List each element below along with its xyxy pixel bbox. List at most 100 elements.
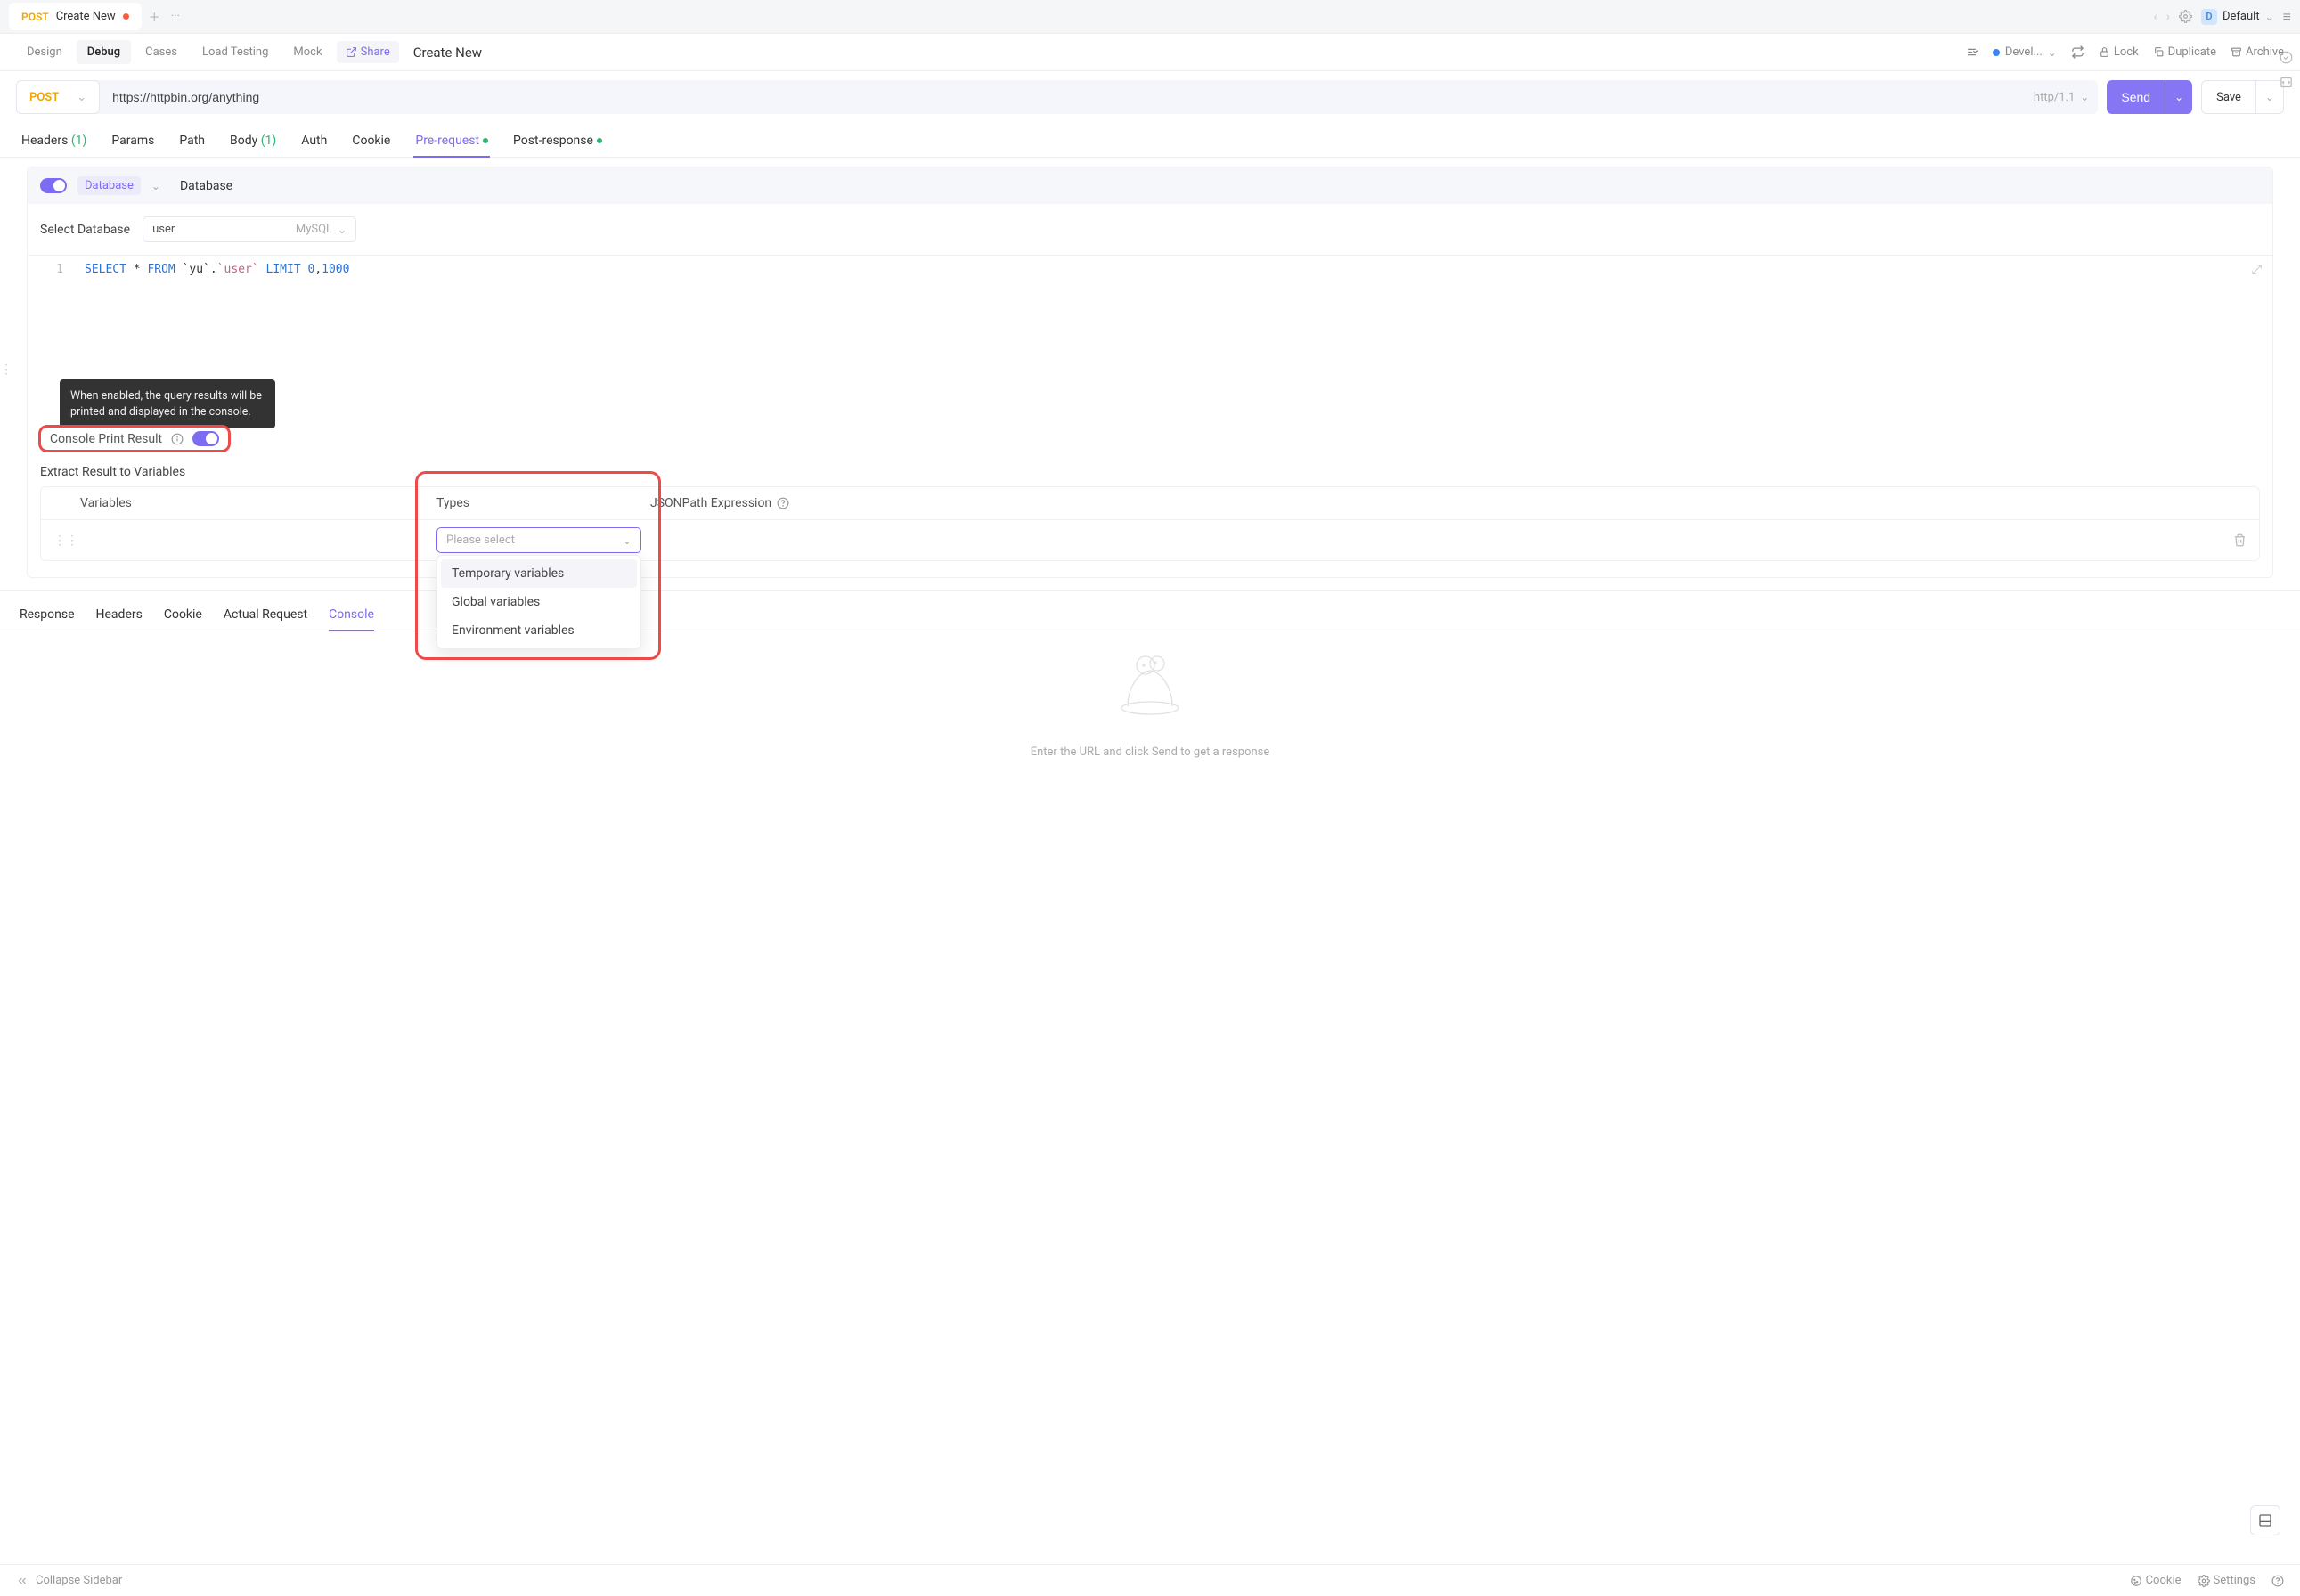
chevron-down-icon[interactable]: ⌄ [151, 180, 160, 192]
nav-fwd-icon[interactable]: › [2166, 10, 2170, 24]
tab-body[interactable]: Body (1) [228, 125, 278, 157]
share-button[interactable]: Share [337, 41, 399, 63]
tab-pre-request[interactable]: Pre-request [413, 125, 490, 157]
method-selector[interactable]: POST ⌄ [16, 80, 100, 114]
statusbar: Collapse Sidebar Cookie Settings [0, 1564, 2300, 1596]
tab-post-response[interactable]: Post-response [511, 125, 604, 157]
configure-icon[interactable] [1965, 45, 1978, 59]
option-temp-variables[interactable]: Temporary variables [441, 559, 637, 588]
run-env-label: Devel... [2005, 45, 2043, 59]
tab-bottom-cookie[interactable]: Cookie [164, 602, 202, 631]
check-circle-icon[interactable] [2277, 48, 2295, 66]
empty-state: Enter the URL and click Send to get a re… [0, 631, 2300, 770]
gear-icon[interactable] [2179, 10, 2192, 23]
bottom-panel: Response Headers Cookie Actual Request C… [0, 590, 2300, 770]
console-print-result-box: Console Print Result [38, 425, 231, 452]
type-placeholder: Please select [446, 533, 515, 547]
help-icon[interactable] [777, 497, 789, 509]
type-select[interactable]: Please select ⌄ [436, 527, 641, 553]
panel-title: Database [180, 179, 232, 193]
drag-handle-icon[interactable]: ⋮⋮ [53, 533, 80, 548]
status-dot-icon [1993, 49, 2000, 56]
chevron-down-icon: ⌄ [2265, 11, 2274, 23]
console-print-toggle[interactable] [192, 431, 219, 446]
lock-button[interactable]: Lock [2099, 45, 2139, 59]
tooltip: When enabled, the query results will be … [60, 379, 275, 428]
active-dot-icon [483, 138, 488, 143]
variables-table: Variables Types JSONPath Expression ⋮⋮ P… [40, 486, 2260, 561]
tab-mock[interactable]: Mock [282, 40, 332, 64]
enable-toggle[interactable] [40, 178, 67, 193]
panel-layout-button[interactable] [2250, 1505, 2280, 1535]
send-dropdown[interactable]: ⌄ [2165, 80, 2192, 114]
chevron-down-icon: ⌄ [623, 534, 632, 547]
collapse-sidebar-icon[interactable] [16, 1575, 29, 1587]
archive-button[interactable]: Archive [2231, 45, 2284, 59]
unsaved-dot-icon [123, 13, 129, 20]
status-help-icon[interactable] [2271, 1575, 2284, 1587]
tab-design[interactable]: Design [16, 40, 73, 64]
tab-response[interactable]: Response [20, 602, 75, 631]
empty-state-text: Enter the URL and click Send to get a re… [0, 745, 2300, 759]
col-jsonpath: JSONPath Expression [650, 496, 2247, 510]
send-button[interactable]: Send ⌄ [2107, 80, 2192, 114]
line-number: 1 [45, 263, 63, 276]
tab-cookie[interactable]: Cookie [350, 125, 392, 157]
expand-icon[interactable]: ⤢ [2252, 263, 2262, 277]
tab-cases[interactable]: Cases [135, 40, 188, 64]
side-rail [2277, 48, 2295, 91]
tab-bottom-headers[interactable]: Headers [96, 602, 143, 631]
select-database-row: Select Database user MySQL⌄ [28, 204, 2272, 255]
add-tab-icon[interactable]: ＋ [149, 8, 160, 25]
info-icon[interactable] [171, 433, 184, 445]
save-button[interactable]: Save ⌄ [2201, 80, 2284, 114]
drag-handle-icon[interactable]: ⋮⋮ [0, 362, 12, 377]
option-env-variables[interactable]: Environment variables [441, 616, 637, 645]
database-type: MySQL [296, 223, 332, 236]
environment-selector[interactable]: D Default ⌄ [2201, 9, 2274, 25]
database-selector[interactable]: user MySQL ⌄ [143, 216, 356, 242]
col-types: Types [436, 496, 650, 510]
tab-auth[interactable]: Auth [299, 125, 329, 157]
duplicate-label: Duplicate [2168, 45, 2216, 59]
menu-icon[interactable]: ≡ [2283, 8, 2291, 26]
run-env-selector[interactable]: Devel... ⌄ [1993, 45, 2057, 59]
type-dropdown: Temporary variables Global variables Env… [436, 555, 641, 649]
method-label: POST [29, 91, 59, 104]
collapse-sidebar-label[interactable]: Collapse Sidebar [36, 1574, 122, 1587]
url-input[interactable] [100, 90, 2025, 104]
col-variables: Variables [80, 496, 436, 510]
save-label: Save [2202, 91, 2255, 104]
lock-label: Lock [2114, 45, 2139, 59]
tab-overflow-icon[interactable]: ··· [171, 10, 180, 23]
request-tab[interactable]: POST Create New [9, 3, 142, 30]
share-label: Share [361, 45, 390, 59]
tab-params[interactable]: Params [110, 125, 156, 157]
chevron-down-icon: ⌄ [338, 224, 347, 236]
tab-debug[interactable]: Debug [77, 40, 131, 64]
sql-editor[interactable]: ⤢ 1 SELECT * FROM `yu`.`user` LIMIT 0,10… [28, 255, 2272, 419]
duplicate-button[interactable]: Duplicate [2153, 45, 2216, 59]
active-dot-icon [597, 138, 602, 143]
console-print-label: Console Print Result [50, 432, 162, 446]
tab-path[interactable]: Path [177, 125, 207, 157]
status-settings-button[interactable]: Settings [2198, 1574, 2255, 1587]
chevron-down-icon: ⌄ [2265, 91, 2274, 103]
protocol-selector[interactable]: http/1.1 ⌄ [2025, 91, 2098, 104]
nav-back-icon[interactable]: ‹ [2154, 10, 2157, 24]
tab-console[interactable]: Console [329, 602, 374, 631]
option-global-variables[interactable]: Global variables [441, 588, 637, 616]
switch-icon[interactable] [2071, 45, 2084, 59]
tab-headers[interactable]: Headers (1) [20, 125, 88, 157]
tab-actual-request[interactable]: Actual Request [224, 602, 307, 631]
code-panel-icon[interactable] [2277, 73, 2295, 91]
database-name: user [152, 223, 175, 236]
chevron-down-icon: ⌄ [2174, 91, 2183, 103]
page-title: Create New [413, 45, 482, 61]
trash-icon[interactable] [2233, 533, 2247, 547]
top-tabbar: POST Create New ＋ ··· ‹ › D Default ⌄ ≡ [0, 0, 2300, 34]
step-type-chip[interactable]: Database [77, 176, 141, 195]
chevron-down-icon: ⌄ [2048, 46, 2057, 59]
tab-load-testing[interactable]: Load Testing [192, 40, 279, 64]
status-cookie-button[interactable]: Cookie [2130, 1574, 2182, 1587]
